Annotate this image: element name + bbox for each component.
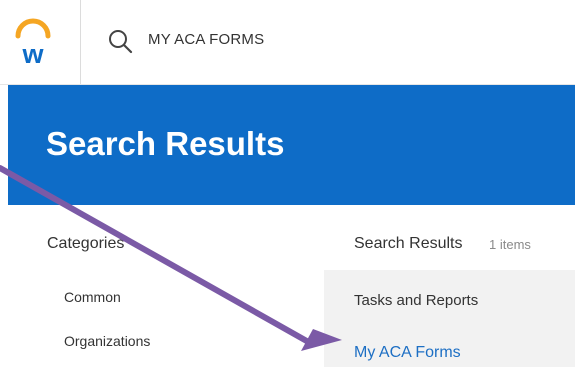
- workday-logo-icon[interactable]: w: [10, 14, 56, 69]
- top-bar: w MY ACA FORMS: [0, 0, 575, 85]
- category-item-organizations[interactable]: Organizations: [64, 333, 150, 349]
- category-item-common[interactable]: Common: [64, 289, 121, 305]
- header-divider: [80, 0, 81, 84]
- results-list: Tasks and Reports My ACA Forms: [324, 270, 575, 367]
- categories-title: Categories: [47, 235, 125, 252]
- page-title: Search Results: [46, 125, 285, 162]
- results-title: Search Results: [354, 235, 463, 252]
- results-count: 1 items: [489, 237, 531, 252]
- results-group-label: Tasks and Reports: [354, 292, 479, 309]
- result-link-my-aca-forms[interactable]: My ACA Forms: [354, 344, 461, 362]
- search-icon[interactable]: [106, 27, 134, 55]
- svg-text:w: w: [21, 39, 44, 68]
- results-header: Search Results 1 items: [324, 205, 575, 270]
- search-results-banner: Search Results: [8, 85, 575, 205]
- categories-panel: Categories Common Organizations: [0, 205, 324, 367]
- search-input[interactable]: MY ACA FORMS: [148, 31, 264, 48]
